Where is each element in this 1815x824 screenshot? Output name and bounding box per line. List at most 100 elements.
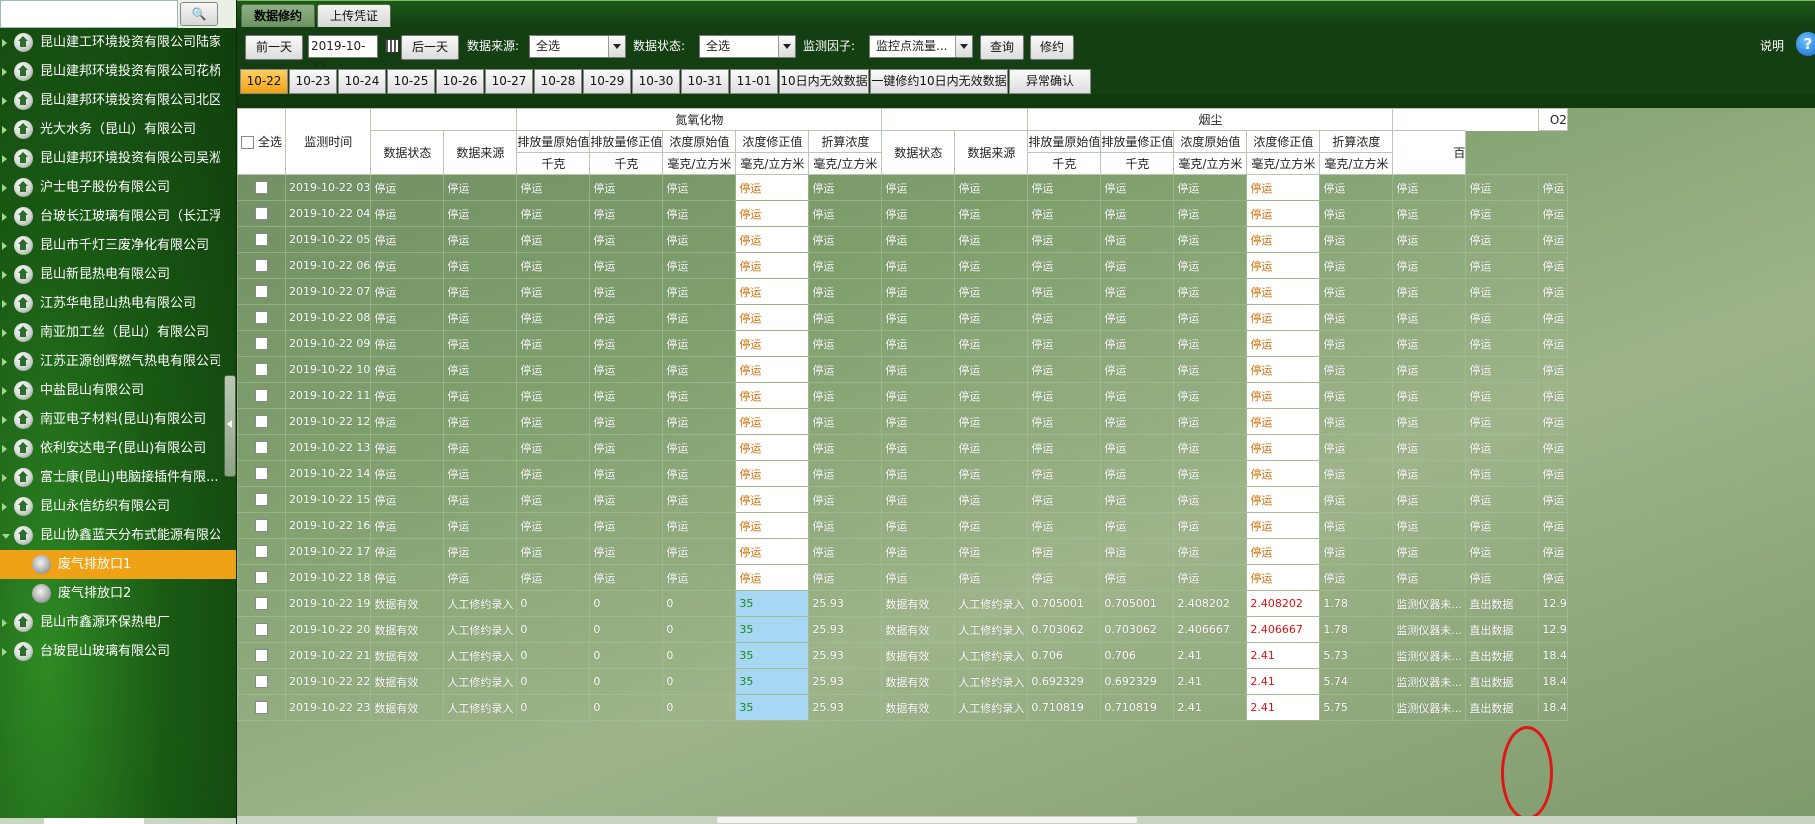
- editable-value-cell[interactable]: 2.408202: [1246, 590, 1321, 617]
- table-row[interactable]: 2019-10-22 06 停运 停运 停运 停运 停运 停运 停运 停运 停运 停运 停运 停运 停运停…: [237, 252, 1568, 279]
- editable-value-cell[interactable]: 2.41: [1246, 668, 1321, 695]
- editable-value-cell[interactable]: 停运: [1246, 304, 1321, 331]
- tree-company-item[interactable]: 昆山永信纺织有限公司: [0, 492, 236, 521]
- chevron-right-icon[interactable]: [2, 329, 7, 337]
- tree-company-item[interactable]: 昆山建邦环境投资有限公司花桥...: [0, 57, 236, 86]
- row-checkbox[interactable]: [255, 519, 268, 533]
- row-checkbox[interactable]: [255, 623, 268, 637]
- editable-value-cell[interactable]: 停运: [1246, 252, 1321, 279]
- date-tab[interactable]: 10-31: [681, 69, 729, 94]
- row-checkbox-cell[interactable]: [237, 356, 286, 383]
- tree-company-item[interactable]: 昆山市千灯三废净化有限公司: [0, 231, 236, 260]
- row-checkbox-cell[interactable]: [237, 616, 286, 643]
- table-row[interactable]: 2019-10-22 12 停运 停运 停运 停运 停运 停运 停运 停运 停运 停运 停运 停运 停运停…: [237, 408, 1568, 435]
- editable-value-cell[interactable]: 停运: [1246, 512, 1321, 539]
- tree-company-item[interactable]: 依利安达电子(昆山)有限公司: [0, 434, 236, 463]
- editable-value-cell[interactable]: 停运: [735, 278, 810, 305]
- editable-value-cell[interactable]: 停运: [735, 330, 810, 357]
- table-row[interactable]: 2019-10-22 16 停运 停运 停运 停运 停运 停运 停运 停运 停运 停运 停运 停运 停运停…: [237, 512, 1568, 539]
- row-checkbox-cell[interactable]: [237, 486, 286, 513]
- chevron-right-icon[interactable]: [2, 648, 7, 656]
- editable-value-cell[interactable]: 2.41: [1246, 694, 1321, 721]
- editable-value-cell[interactable]: 停运: [735, 434, 810, 461]
- date-tab[interactable]: 10-28: [534, 69, 582, 94]
- editable-value-cell[interactable]: 停运: [1246, 226, 1321, 253]
- table-row[interactable]: 2019-10-22 04 停运 停运 停运 停运 停运 停运 停运 停运 停运 停运 停运 停运 停运停…: [237, 200, 1568, 227]
- row-checkbox[interactable]: [255, 363, 268, 377]
- editable-value-cell[interactable]: 停运: [735, 226, 810, 253]
- table-row[interactable]: 2019-10-22 14 停运 停运 停运 停运 停运 停运 停运 停运 停运 停运 停运 停运 停运停…: [237, 460, 1568, 487]
- chevron-right-icon[interactable]: [2, 474, 7, 482]
- help-icon[interactable]: ?: [1796, 32, 1815, 56]
- chevron-down-icon[interactable]: [778, 36, 795, 57]
- row-checkbox-cell[interactable]: [237, 694, 286, 721]
- table-row[interactable]: 2019-10-22 21 数据有效 人工修约录入 0 0 0 35 25.93 数据有效 人工修…: [237, 642, 1568, 669]
- chevron-right-icon[interactable]: [2, 503, 7, 511]
- tree-company-item[interactable]: 昆山建邦环境投资有限公司吴淞...: [0, 144, 236, 173]
- chevron-right-icon[interactable]: [2, 184, 7, 192]
- chevron-right-icon[interactable]: [2, 445, 7, 453]
- row-checkbox[interactable]: [255, 597, 268, 611]
- editable-value-cell[interactable]: 2.41: [1246, 642, 1321, 669]
- table-row[interactable]: 2019-10-22 15 停运 停运 停运 停运 停运 停运 停运 停运 停运 停运 停运 停运 停运停…: [237, 486, 1568, 513]
- tree-company-item[interactable]: 南亚加工丝（昆山）有限公司: [0, 318, 236, 347]
- tree-company-item[interactable]: 昆山建邦环境投资有限公司北区...: [0, 86, 236, 115]
- editable-value-cell[interactable]: 停运: [735, 200, 810, 227]
- tree-company-item[interactable]: 昆山建工环境投资有限公司陆家...: [0, 28, 236, 57]
- row-checkbox-cell[interactable]: [237, 434, 286, 461]
- tree-company-item[interactable]: 富士康(昆山)电脑接插件有限...: [0, 463, 236, 492]
- chevron-down-icon[interactable]: [608, 36, 625, 57]
- table-row[interactable]: 2019-10-22 19 数据有效 人工修约录入 0 0 0 35 25.93 数据有效 人工修…: [237, 590, 1568, 617]
- row-checkbox[interactable]: [255, 337, 268, 351]
- tab-upload-voucher[interactable]: 上传凭证: [317, 4, 392, 28]
- row-checkbox[interactable]: [255, 389, 268, 403]
- row-checkbox[interactable]: [255, 493, 268, 507]
- table-row[interactable]: 2019-10-22 11 停运 停运 停运 停运 停运 停运 停运 停运 停运 停运 停运 停运 停运停…: [237, 382, 1568, 409]
- table-row[interactable]: 2019-10-22 22 数据有效 人工修约录入 0 0 0 35 25.93 数据有效 人工修…: [237, 668, 1568, 695]
- editable-value-cell[interactable]: 停运: [735, 538, 810, 565]
- row-checkbox-cell[interactable]: [237, 200, 286, 227]
- chevron-right-icon[interactable]: [2, 213, 7, 221]
- editable-value-cell[interactable]: 停运: [1246, 330, 1321, 357]
- editable-value-cell[interactable]: 2.406667: [1246, 616, 1321, 643]
- chevron-right-icon[interactable]: [2, 68, 7, 76]
- editable-value-cell[interactable]: 停运: [735, 512, 810, 539]
- row-checkbox-cell[interactable]: [237, 382, 286, 409]
- chevron-down-icon[interactable]: [2, 534, 10, 539]
- editable-value-cell[interactable]: 停运: [735, 460, 810, 487]
- chevron-right-icon[interactable]: [2, 242, 7, 250]
- row-checkbox-cell[interactable]: [237, 590, 286, 617]
- search-button[interactable]: 🔍: [180, 2, 218, 26]
- row-checkbox[interactable]: [255, 181, 268, 195]
- editable-value-cell[interactable]: 停运: [1246, 382, 1321, 409]
- editable-value-cell[interactable]: 35: [735, 590, 810, 617]
- prev-day-button[interactable]: 前一天: [245, 35, 303, 60]
- date-input[interactable]: 2019-10-22: [308, 35, 378, 74]
- row-checkbox-cell[interactable]: [237, 460, 286, 487]
- editable-value-cell[interactable]: 停运: [1246, 356, 1321, 383]
- sidebar-scrollbar[interactable]: [0, 818, 236, 824]
- editable-value-cell[interactable]: 停运: [735, 408, 810, 435]
- editable-value-cell[interactable]: 停运: [735, 564, 810, 591]
- editable-value-cell[interactable]: 停运: [735, 252, 810, 279]
- row-checkbox-cell[interactable]: [237, 226, 286, 253]
- row-checkbox[interactable]: [255, 467, 268, 481]
- query-button[interactable]: 查询: [980, 35, 1024, 60]
- row-checkbox-cell[interactable]: [237, 642, 286, 669]
- date-tab[interactable]: 10-25: [387, 69, 435, 94]
- tree-company-item[interactable]: 昆山市鑫源环保热电厂: [0, 608, 236, 637]
- date-tab[interactable]: 11-01: [730, 69, 778, 94]
- tab-data-revision[interactable]: 数据修约: [241, 4, 316, 28]
- table-row[interactable]: 2019-10-22 13 停运 停运 停运 停运 停运 停运 停运 停运 停运 停运 停运 停运 停运停…: [237, 434, 1568, 461]
- sidebar-collapse-handle[interactable]: [224, 375, 236, 477]
- grid-horizontal-scrollbar[interactable]: [237, 816, 1815, 824]
- editable-value-cell[interactable]: 停运: [1246, 278, 1321, 305]
- chevron-right-icon[interactable]: [2, 358, 7, 366]
- row-checkbox[interactable]: [255, 571, 268, 585]
- row-checkbox[interactable]: [255, 441, 268, 455]
- editable-value-cell[interactable]: 停运: [1246, 434, 1321, 461]
- tree-company-item[interactable]: 南亚电子材料(昆山)有限公司: [0, 405, 236, 434]
- table-row[interactable]: 2019-10-22 07 停运 停运 停运 停运 停运 停运 停运 停运 停运 停运 停运 停运 停运停…: [237, 278, 1568, 305]
- editable-value-cell[interactable]: 停运: [1246, 486, 1321, 513]
- date-tab[interactable]: 10-26: [436, 69, 484, 94]
